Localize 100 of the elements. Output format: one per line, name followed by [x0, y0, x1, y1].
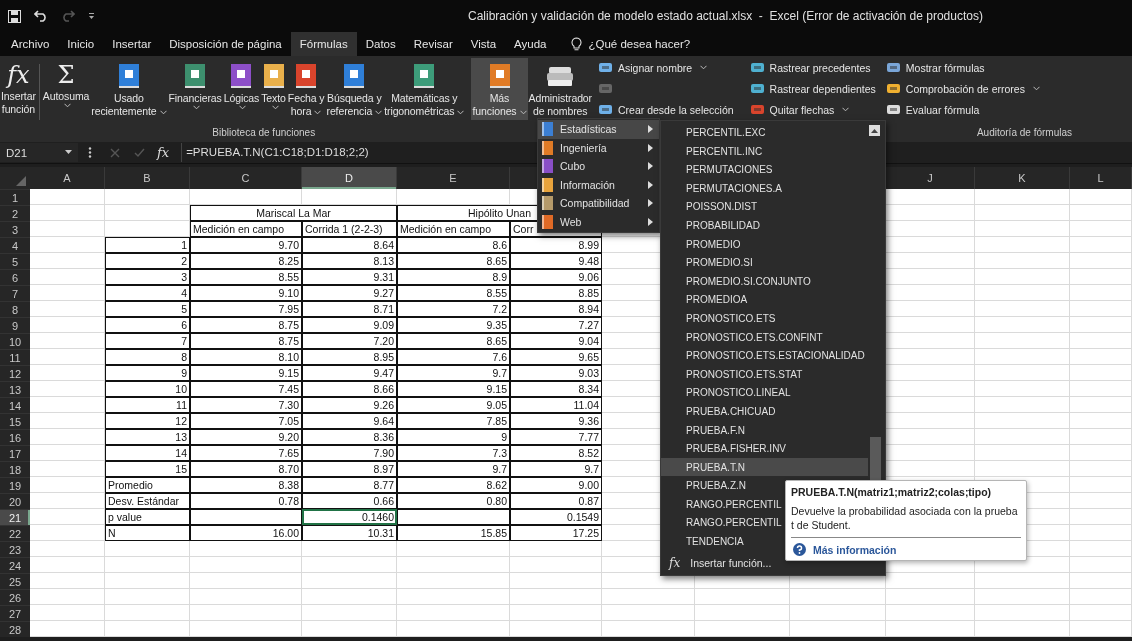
scroll-up-button[interactable] — [869, 125, 880, 136]
menu-item[interactable]: PRONOSTICO.ETS — [661, 308, 868, 328]
menu-item[interactable]: PRONOSTICO.ETS.STAT — [661, 364, 868, 384]
table-cell: 9.48 — [510, 253, 602, 269]
name-box[interactable]: D21 — [0, 143, 78, 162]
menu-item[interactable]: PERCENTIL.EXC — [661, 123, 868, 142]
ribbon-button[interactable]: Crear desde la selección — [596, 100, 736, 119]
menu-item[interactable]: PRUEBA.FISHER.INV — [661, 439, 868, 458]
tell-me-field[interactable]: ¿Qué desea hacer? — [565, 32, 697, 56]
ribbon-tab[interactable]: Revisar — [404, 32, 462, 56]
menu-item[interactable]: Ingeniería — [538, 138, 659, 157]
column-title: Medición en campo — [190, 221, 302, 237]
table-cell: 8.52 — [510, 445, 602, 461]
table-cell: 8.94 — [510, 301, 602, 317]
menu-item[interactable]: PROMEDIO.SI.CONJUNTO — [661, 271, 868, 291]
table-cell: 9.70 — [190, 237, 302, 253]
ribbon-tab[interactable]: Insertar — [103, 32, 161, 56]
menu-item[interactable]: Estadísticas — [538, 120, 659, 139]
ribbon-button[interactable]: Mostrar fórmulas — [883, 58, 1042, 77]
check-icon[interactable] — [134, 147, 145, 158]
table-cell: 8.25 — [190, 253, 302, 269]
customize-button[interactable] — [86, 10, 97, 22]
table-cell: 9.27 — [302, 285, 397, 301]
ribbon-button[interactable]: Rastrear dependientes — [747, 79, 878, 98]
row-header[interactable]: 21 — [0, 509, 30, 525]
table-cell: 7.77 — [510, 429, 602, 445]
table-cell: 9.47 — [302, 365, 397, 381]
tooltip-description: Devuelve la probabilidad asociada con la prueba t de Student. — [791, 504, 1021, 539]
ribbon-button[interactable]: Fecha y hora — [286, 58, 326, 121]
table-cell: 8.13 — [302, 253, 397, 269]
more-info-link[interactable]: Más información — [791, 543, 899, 557]
ribbon-button[interactable]: Texto — [260, 58, 287, 120]
column-title: Corrida 1 (2-2-3) — [302, 221, 397, 237]
menu-item[interactable]: PROMEDIO.SI — [661, 253, 868, 272]
table-cell: 0.80 — [397, 493, 510, 509]
table-cell: 7.2 — [397, 301, 510, 317]
ribbon-tab[interactable]: Disposición de página — [160, 32, 291, 56]
table-cell: 7.95 — [190, 301, 302, 317]
window-title: Calibración y validación de modelo estado actual.xlsx - Excel (Error de activación de productos) — [468, 9, 983, 23]
menu-item[interactable]: Cubo — [538, 157, 659, 176]
column-title: Medición en campo — [397, 221, 510, 237]
menu-item[interactable]: PRONOSTICO.ETS.CONFINT — [661, 327, 868, 347]
table-cell: 9.10 — [190, 285, 302, 301]
name-manager-button[interactable]: Administrador de nombres — [527, 58, 593, 121]
menu-item[interactable]: PRUEBA.F.N — [661, 420, 868, 440]
table-cell: 9.7 — [397, 461, 510, 477]
ribbon-tab[interactable]: Fórmulas — [290, 32, 357, 56]
group-header: Mariscal La Mar — [190, 205, 397, 221]
insert-function-item[interactable]: fx Insertar función... — [661, 553, 778, 573]
menu-item[interactable]: PRUEBA.CHICUAD — [661, 401, 868, 421]
table-cell: 1 — [105, 237, 190, 253]
ribbon-button[interactable]: Quitar flechas — [747, 100, 878, 119]
table-cell: 7.65 — [190, 445, 302, 461]
table-cell: 16.00 — [190, 525, 302, 541]
select-all-button[interactable] — [0, 167, 30, 189]
menu-item[interactable]: PERMUTACIONES — [661, 160, 868, 179]
ribbon-button[interactable]: Rastrear precedentes — [747, 58, 878, 77]
table-cell: 11 — [105, 397, 190, 413]
table-cell: 0.66 — [302, 493, 397, 509]
table-cell: 12 — [105, 413, 190, 429]
ribbon-tab[interactable]: Inicio — [58, 32, 104, 56]
customize-icon — [88, 12, 95, 20]
ribbon-button[interactable]: Asignar nombre — [596, 58, 736, 77]
table-cell: 0.87 — [510, 493, 602, 509]
menu-item[interactable]: PRUEBA.T.N — [661, 457, 868, 477]
corner-triangle-icon — [16, 176, 26, 186]
column-header[interactable]: D — [302, 167, 397, 189]
menu-item[interactable]: Información — [538, 175, 659, 194]
menu-item[interactable]: PERCENTIL.INC — [661, 141, 868, 161]
ribbon-button[interactable]: Financieras — [167, 58, 223, 120]
menu-item[interactable]: PRONOSTICO.ETS.ESTACIONALIDAD — [661, 346, 868, 365]
ribbon-button[interactable]: Más funciones — [471, 58, 528, 121]
group-label: Biblioteca de funciones — [212, 126, 316, 140]
ribbon-tab[interactable]: Vista — [461, 32, 506, 56]
menu-item[interactable]: PROMEDIOA — [661, 290, 868, 309]
table-cell: 8.77 — [302, 477, 397, 493]
ribbon-button[interactable]: Búsqueda y referencia — [325, 58, 384, 121]
ribbon-button[interactable]: Σ Autosuma — [41, 58, 91, 120]
save-button[interactable] — [6, 7, 23, 25]
table-cell: 9.36 — [510, 413, 602, 429]
menu-item[interactable]: PROBABILIDAD — [661, 215, 868, 235]
ribbon-tab[interactable]: Archivo — [2, 32, 59, 56]
caret-icon — [519, 109, 527, 115]
menu-item[interactable]: PERMUTACIONES.A — [661, 178, 868, 198]
ribbon-button[interactable]: Matemáticas y trigonométricas — [383, 58, 466, 121]
ribbon-button[interactable]: Usado recientemente — [90, 58, 168, 121]
ribbon-button[interactable]: fx Insertar función — [0, 58, 37, 120]
menu-item[interactable]: PROMEDIO — [661, 234, 868, 254]
small-tool-icon — [885, 82, 901, 95]
ribbon-button[interactable]: Comprobación de errores — [883, 79, 1042, 98]
ribbon-tab[interactable]: Ayuda — [505, 32, 556, 56]
function-icon: fx — [7, 60, 30, 90]
lightbulb-icon — [571, 37, 583, 51]
table-cell: 8.75 — [190, 333, 302, 349]
menu-item[interactable]: POISSON.DIST — [661, 197, 868, 216]
ribbon-button[interactable]: Lógicas — [222, 58, 261, 120]
ribbon-button[interactable]: Evaluar fórmula — [883, 100, 1042, 119]
ribbon-tab[interactable]: Datos — [356, 32, 405, 56]
insert-function-button[interactable]: fx — [157, 145, 170, 160]
menu-item[interactable]: PRONOSTICO.LINEAL — [661, 383, 868, 402]
